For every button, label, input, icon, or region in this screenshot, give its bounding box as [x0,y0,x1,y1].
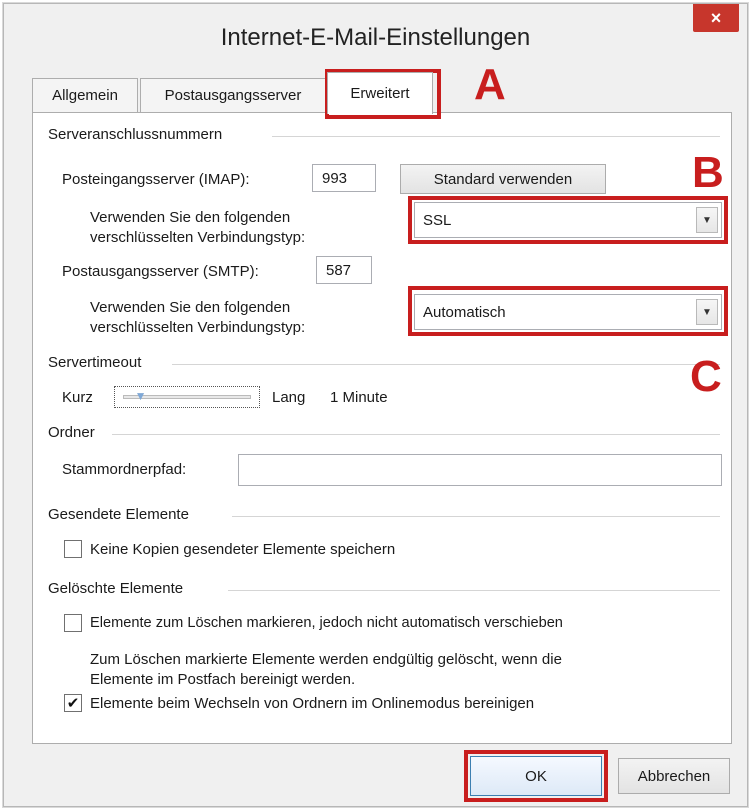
purge-label[interactable]: Elemente beim Wechseln von Ordnern im On… [90,694,534,713]
group-title-folders: Ordner [48,424,95,441]
timeout-short-label: Kurz [62,389,93,406]
outgoing-encryption-value: Automatisch [423,303,506,321]
chevron-down-icon[interactable]: ▼ [696,207,718,233]
cancel-button[interactable]: Abbrechen [618,758,730,794]
default-ports-button[interactable]: Standard verwenden [400,164,606,194]
incoming-encryption-value: SSL [423,211,452,229]
timeout-slider[interactable]: ▼ [114,386,260,408]
group-title-sent: Gesendete Elemente [48,506,189,523]
group-title-server-ports: Serveranschlussnummern [48,126,223,143]
delete-note-line1: Zum Löschen markierte Elemente werden en… [90,651,562,668]
slider-thumb-icon[interactable]: ▼ [135,389,149,403]
incoming-enc-label-line2: verschlüsselten Verbindungstyp: [90,229,306,246]
group-divider [272,136,720,137]
incoming-enc-label-line1: Verwenden Sie den folgenden [90,209,291,226]
mark-delete-label[interactable]: Elemente zum Löschen markieren, jedoch n… [90,614,563,633]
incoming-server-label: Posteingangsserver (IMAP): [62,171,250,188]
ok-button[interactable]: OK [470,756,602,796]
timeout-value-label: 1 Minute [330,389,388,406]
tab-allgemein[interactable]: Allgemein [32,78,138,112]
title-bar[interactable]: Internet-E-Mail-Einstellungen × [4,4,747,70]
root-folder-label: Stammordnerpfad: [62,461,187,478]
outgoing-port-input[interactable]: 587 [316,256,372,284]
outgoing-encryption-select[interactable]: Automatisch ▼ [414,294,722,330]
mark-delete-checkbox[interactable] [64,614,82,632]
group-divider [172,364,720,365]
group-title-deleted: Gelöschte Elemente [48,580,184,597]
group-title-timeout: Servertimeout [48,354,142,371]
tab-erweitert[interactable]: Erweitert [327,72,433,114]
annotation-letter-b: B [692,148,724,197]
incoming-port-input[interactable]: 993 [312,164,376,192]
chevron-down-icon[interactable]: ▼ [696,299,718,325]
incoming-encryption-select[interactable]: SSL ▼ [414,202,722,238]
tab-postausgangsserver[interactable]: Postausgangsserver [140,78,326,112]
outgoing-enc-label-line1: Verwenden Sie den folgenden [90,299,291,316]
outgoing-server-label: Postausgangsserver (SMTP): [62,263,259,280]
annotation-letter-c: C [690,352,722,401]
group-divider [232,516,720,517]
group-divider [112,434,720,435]
no-copies-checkbox[interactable] [64,540,82,558]
checkmark-icon: ✔ [66,694,80,712]
window-title: Internet-E-Mail-Einstellungen [220,24,531,51]
annotation-letter-a: A [474,60,506,109]
close-icon[interactable]: × [693,4,739,32]
purge-checkbox[interactable]: ✔ [64,694,82,712]
delete-note-line2: Elemente im Postfach bereinigt werden. [90,671,356,688]
root-folder-input[interactable] [238,454,722,486]
timeout-long-label: Lang [272,389,306,406]
no-copies-label[interactable]: Keine Kopien gesendeter Elemente speiche… [90,540,395,559]
group-divider [228,590,720,591]
outgoing-enc-label-line2: verschlüsselten Verbindungstyp: [90,319,306,336]
